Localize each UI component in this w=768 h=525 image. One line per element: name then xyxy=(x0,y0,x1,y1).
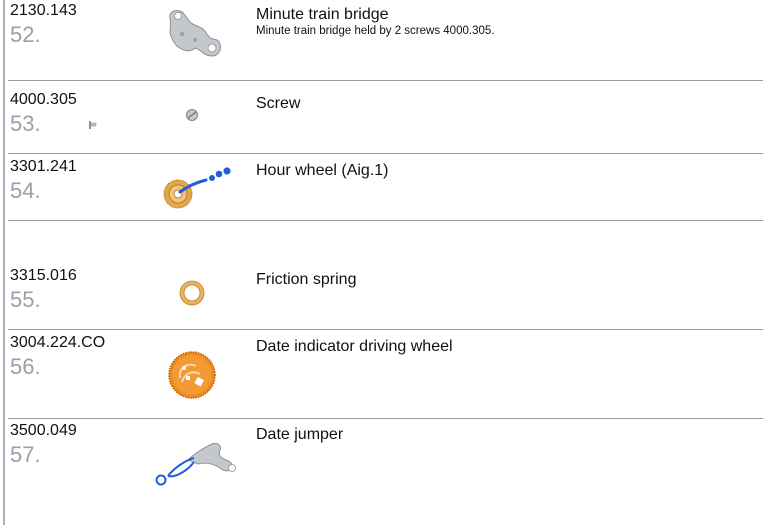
part-row-56: 3004.224.CO 56. Date indicator driving w… xyxy=(8,332,763,419)
part-reference: 3004.224.CO xyxy=(10,334,106,351)
part-row-54: 3301.241 54. Hour wheel (Aig.1) xyxy=(8,156,763,221)
part-number: 57. xyxy=(10,442,41,467)
date-jumper-icon xyxy=(148,420,258,500)
part-reference: 4000.305 xyxy=(10,91,77,108)
part-row-55: 3315.016 55. Friction spring xyxy=(8,265,763,330)
part-title: Minute train bridge xyxy=(256,6,389,23)
left-margin-rule xyxy=(3,0,5,525)
date-driving-wheel-icon xyxy=(148,332,258,412)
part-title: Friction spring xyxy=(256,271,357,288)
part-reference: 3500.049 xyxy=(10,422,77,439)
part-row-57: 3500.049 57. Date jumper xyxy=(8,420,763,500)
part-number: 52. xyxy=(10,22,41,47)
part-row-53: 4000.305 53. Screw xyxy=(8,89,763,154)
part-description: Minute train bridge held by 2 screws 400… xyxy=(256,25,495,37)
part-number: 54. xyxy=(10,178,41,203)
part-row-52: 2130.143 52. Minute train bridge Minute … xyxy=(8,0,763,81)
part-reference: 2130.143 xyxy=(10,2,77,19)
part-number: 53. xyxy=(10,111,41,136)
part-title: Date indicator driving wheel xyxy=(256,338,453,355)
part-number: 55. xyxy=(10,287,41,312)
part-title: Date jumper xyxy=(256,426,344,443)
part-number: 56. xyxy=(10,354,41,379)
part-reference: 3315.016 xyxy=(10,267,77,284)
part-title: Screw xyxy=(256,95,301,112)
bridge-icon xyxy=(148,0,258,80)
screw-side-icon xyxy=(88,117,100,129)
hour-wheel-icon xyxy=(148,156,258,236)
part-title: Hour wheel (Aig.1) xyxy=(256,162,389,179)
part-reference: 3301.241 xyxy=(10,158,77,175)
